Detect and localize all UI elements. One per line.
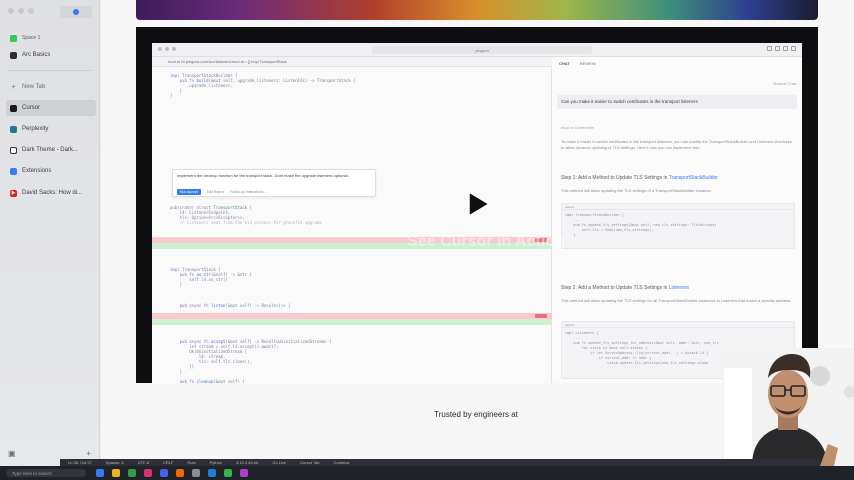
perplexity-icon (10, 125, 17, 133)
chat-mode-label[interactable]: Normal Chat (774, 81, 796, 86)
space-dot-icon (73, 9, 79, 15)
step-2-description: This method will allow updating the TLS … (561, 298, 792, 303)
taskbar-search-input[interactable]: Type here to search (6, 469, 86, 477)
accept-button[interactable]: Run Accept (177, 189, 201, 195)
presenter-image (722, 348, 854, 466)
video-chat-panel: CHAT REVIEW Normal Chat Can you make it … (553, 57, 802, 383)
webcam-overlay (722, 348, 854, 466)
os-taskbar: Ln 36, Col 27 Spaces: 4 UTF-8 CRLF Rust … (0, 459, 854, 480)
app-icon[interactable] (128, 469, 136, 477)
app-icon[interactable] (160, 469, 168, 477)
tab-chat[interactable]: CHAT (559, 61, 570, 66)
reject-button[interactable]: Edit Reject (207, 190, 224, 194)
arc-icon (10, 51, 17, 59)
video-search-bar: pingora (372, 46, 592, 54)
browser-sidebar: Space 1 Arc Basics + New Tab Cursor Perp… (0, 0, 100, 466)
code-block-3: impl TransportStack { pub fn as_str(&sel… (170, 267, 252, 287)
step-1-description: This method will allow updating the TLS … (561, 188, 712, 193)
app-icon[interactable] (192, 469, 200, 477)
screen: Space 1 Arc Basics + New Tab Cursor Perp… (0, 0, 854, 480)
folder-icon[interactable] (112, 469, 120, 477)
editor-tab: mod.rs M pingora-core/src/listeners/mod.… (152, 57, 552, 67)
app-icon[interactable] (224, 469, 232, 477)
sidebar-item-youtube[interactable]: ▶ David Sacks: How di... (6, 185, 96, 201)
sidebar-footer: ▣ + (8, 449, 91, 458)
assistant-intro: To make it easier to switch certificates… (561, 139, 792, 150)
sidebar-item-arc-basics[interactable]: Arc Basics (6, 47, 96, 63)
space-switcher[interactable] (60, 6, 92, 18)
space-icon (10, 34, 17, 42)
app-icon[interactable] (208, 469, 216, 477)
new-tab-button[interactable]: + New Tab (6, 79, 96, 95)
space-label: Space 1 (6, 30, 96, 46)
sidebar-divider (8, 70, 92, 71)
context-label: mod.rs Current file (561, 125, 594, 130)
sidebar-item-extensions[interactable]: Extensions (6, 163, 96, 179)
editor-status-bar: Ln 36, Col 27 Spaces: 4 UTF-8 CRLF Rust … (60, 459, 820, 466)
inline-edit-prompt[interactable]: Implement the cleanup function for the t… (172, 169, 376, 197)
video-code-editor: mod.rs M pingora-core/src/listeners/mod.… (152, 57, 552, 383)
user-message: Can you make it easier to switch certifi… (557, 95, 797, 109)
archive-icon[interactable]: ▣ (8, 449, 16, 458)
app-icon[interactable] (240, 469, 248, 477)
step-2-heading: Step 2: Add a Method to Update TLS Setti… (561, 285, 690, 291)
plus-icon: + (11, 83, 16, 91)
sidebar-item-cursor[interactable]: Cursor (6, 100, 96, 116)
sidebar-item-perplexity[interactable]: Perplexity (6, 121, 96, 137)
sidebar-item-dark-theme[interactable]: Dark Theme - Dark... (6, 142, 96, 158)
app-icon[interactable] (144, 469, 152, 477)
tab-review[interactable]: REVIEW (580, 61, 596, 66)
video-overlay-title: See Cursor in Action (407, 233, 565, 250)
youtube-icon: ▶ (10, 189, 17, 197)
minimize-window-button[interactable] (18, 8, 24, 14)
trusted-by-heading: Trusted by engineers at (434, 410, 518, 419)
step-1-heading: Step 1: Add a Method to Update TLS Setti… (561, 175, 718, 181)
app-icon[interactable] (176, 469, 184, 477)
hero-gradient-banner (136, 0, 818, 20)
chat-tabs: CHAT REVIEW (559, 61, 596, 66)
window-controls (8, 8, 34, 14)
notion-icon (10, 146, 17, 154)
app-icon[interactable] (96, 469, 104, 477)
close-window-button[interactable] (8, 8, 14, 14)
play-icon[interactable] (467, 190, 491, 218)
diff-marker[interactable] (535, 314, 547, 318)
maximize-window-button[interactable] (28, 8, 34, 14)
cursor-icon (10, 104, 17, 112)
code-block-2: pub(crate) struct TransportStack { l4: L… (170, 205, 322, 225)
video-overlay-duration: 1 Minute (469, 289, 503, 298)
demo-video-player[interactable]: pingora mod.rs M pingora-core/src/listen… (136, 27, 818, 383)
add-icon[interactable]: + (86, 449, 91, 458)
followup-input[interactable]: Follow-up instructions... (230, 190, 267, 194)
code-block-4: pub async fn listen(&mut self) -> Result… (179, 303, 291, 308)
code-block-1: impl TransportStackBuilder { pub fn buil… (170, 73, 356, 98)
video-app-titlebar: pingora (152, 43, 802, 57)
taskbar-apps (96, 469, 248, 477)
extensions-icon (10, 167, 17, 175)
diff-added-line (152, 319, 552, 325)
code-block-5: pub async fn accept(&mut self) -> Result… (179, 339, 332, 383)
